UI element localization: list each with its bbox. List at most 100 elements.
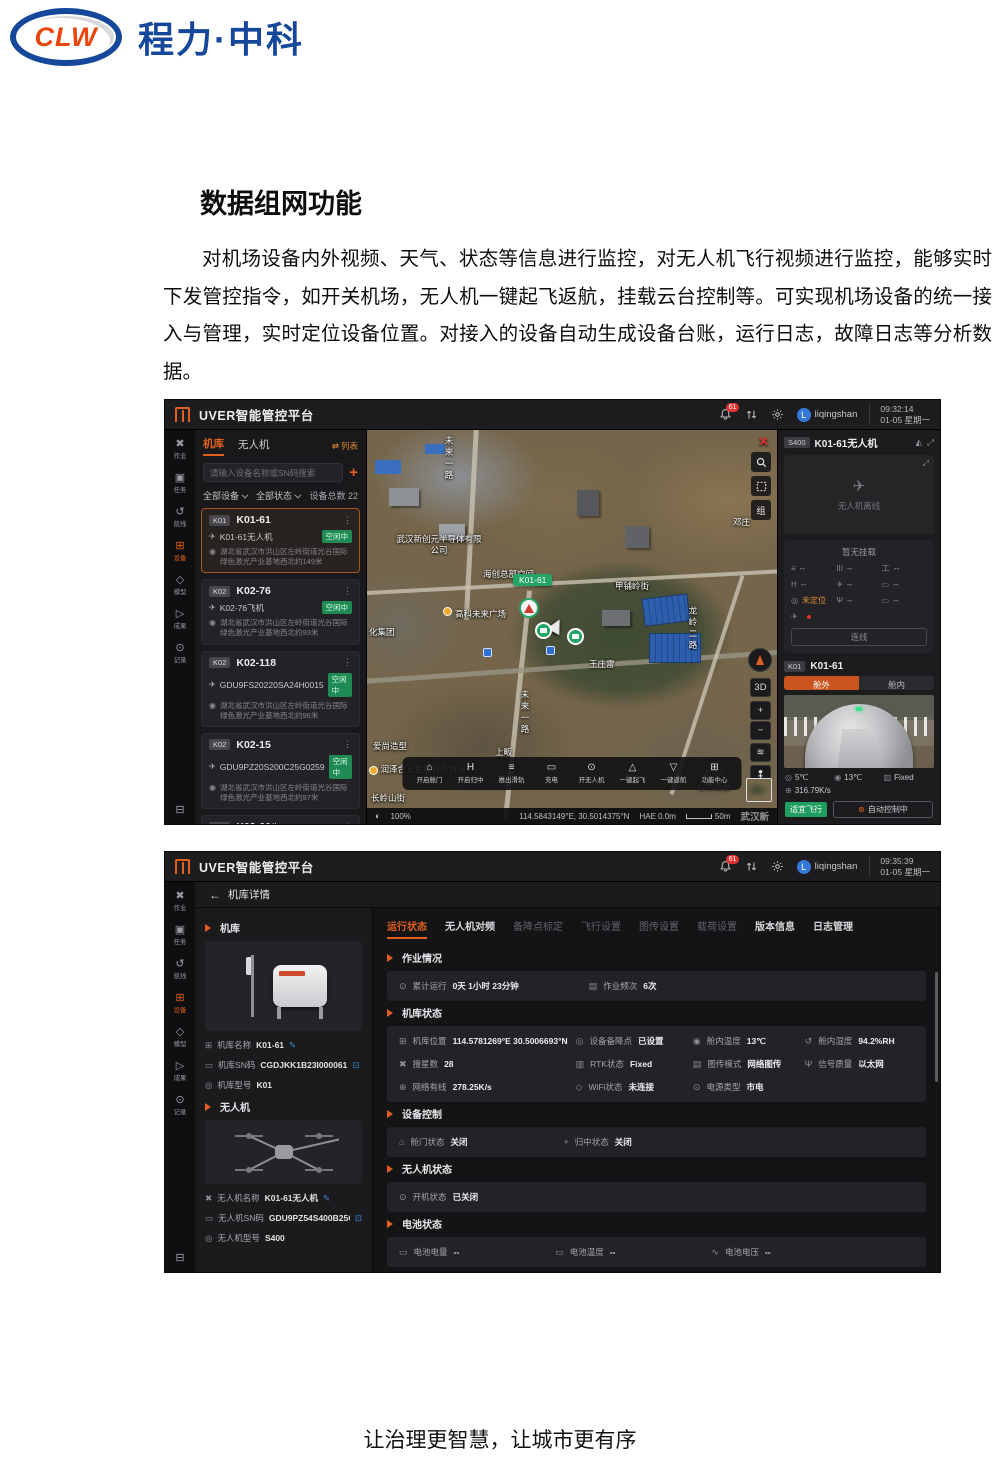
device-card[interactable]: K02 K02-76 ⋮ ✈ K02-76飞机 空闲中 ◉ 湖北省武汉市洪山区左… xyxy=(201,579,360,644)
dock-camera-view[interactable] xyxy=(784,695,934,768)
nav-rail-item[interactable]: ▣ 任务 xyxy=(173,924,187,947)
map-action-button[interactable]: ▽ 一键返航 xyxy=(660,762,688,785)
map-action-button[interactable]: ≡ 推出滑轨 xyxy=(498,762,526,785)
field-action-icon[interactable]: ⊡ xyxy=(352,1060,359,1071)
nav-rail-item[interactable]: ⊙ 记录 xyxy=(173,642,187,665)
layers-button[interactable]: ≋ xyxy=(750,743,771,762)
nav-rail-item[interactable]: ▷ 成果 xyxy=(173,608,187,631)
tab-drone[interactable]: 无人机 xyxy=(238,437,270,455)
mount-stat-icon: ▭ xyxy=(882,580,890,589)
field-action-icon[interactable]: ⊡ xyxy=(355,1213,362,1224)
drone-position-marker[interactable] xyxy=(519,598,539,618)
detail-tab[interactable]: 图传设置 xyxy=(639,918,679,939)
auto-control-button[interactable]: ⊛自动控制中 xyxy=(833,801,933,818)
more-menu-icon[interactable]: ⋮ xyxy=(343,657,352,668)
map-3d-button[interactable]: 3D xyxy=(750,678,771,697)
detail-tab[interactable]: 运行状态 xyxy=(387,918,427,939)
add-device-button[interactable]: + xyxy=(349,466,358,480)
device-name: K03-60# xyxy=(236,821,276,824)
compass-icon[interactable] xyxy=(748,648,772,672)
more-menu-icon[interactable]: ⋮ xyxy=(343,822,352,825)
detail-tab[interactable]: 日志管理 xyxy=(813,918,853,939)
tab-cabin-inside[interactable]: 舱内 xyxy=(859,676,934,690)
close-icon[interactable]: ✕ xyxy=(758,434,769,450)
map-action-button[interactable]: ⌂ 开启舱门 xyxy=(416,762,444,785)
detail-tab[interactable]: 版本信息 xyxy=(755,918,795,939)
notification-bell-icon[interactable]: 61 xyxy=(719,860,732,873)
list-view-toggle[interactable]: ⇄ 列表 xyxy=(332,440,358,452)
more-menu-icon[interactable]: ⋮ xyxy=(343,515,352,526)
stat-label: 舱内温度 xyxy=(707,1035,741,1047)
outdoor-temp: 5℃ xyxy=(795,773,808,782)
detail-tab[interactable]: 飞行设置 xyxy=(581,918,621,939)
field-action-icon[interactable]: ✎ xyxy=(289,1040,296,1051)
nav-rail-item[interactable]: ⊞ 设备 xyxy=(173,540,187,563)
section-title: 作业情况 xyxy=(402,950,442,965)
field-action-icon[interactable]: ✎ xyxy=(323,1193,330,1204)
nav-rail-item[interactable]: ▷ 成果 xyxy=(173,1060,187,1083)
filter-status-dropdown[interactable]: 全部状态 xyxy=(256,489,299,502)
nav-rail-item[interactable]: ↺ 航线 xyxy=(173,958,187,981)
fullscreen-icon[interactable]: ⤢ xyxy=(927,437,934,448)
map-select-area-icon[interactable] xyxy=(751,476,771,496)
settings-gear-icon[interactable] xyxy=(771,860,784,873)
nav-rail-item[interactable]: ✖ 作业 xyxy=(173,438,187,461)
settings-gear-icon[interactable] xyxy=(771,408,784,421)
nav-rail-item[interactable]: ✖ 作业 xyxy=(173,890,187,913)
video-corner-icons[interactable]: ⤢ xyxy=(923,459,929,469)
visibility-icon[interactable]: ◐ xyxy=(375,811,380,821)
nav-rail-item[interactable]: ▣ 任务 xyxy=(173,472,187,495)
rail-collapse-icon[interactable]: ⊟ xyxy=(175,1251,184,1264)
zoom-in-button[interactable]: + xyxy=(750,701,771,720)
detail-tab[interactable]: 备降点标定 xyxy=(513,918,563,939)
user-avatar[interactable]: L xyxy=(797,408,811,422)
more-menu-icon[interactable]: ⋮ xyxy=(343,586,352,597)
data-switch-icon[interactable] xyxy=(745,860,758,873)
user-avatar[interactable]: L xyxy=(797,860,811,874)
mini-map[interactable] xyxy=(746,778,772,802)
data-switch-icon[interactable] xyxy=(745,408,758,421)
section-marker-icon xyxy=(387,1110,397,1118)
map-action-button[interactable]: H 开启归中 xyxy=(457,762,485,785)
map-action-button[interactable]: ▭ 充电 xyxy=(539,762,565,785)
stat: ▤ 作业频次 6次 xyxy=(589,980,657,992)
map-group-tool-icon[interactable]: 组 xyxy=(751,500,771,520)
filter-device-dropdown[interactable]: 全部设备 xyxy=(203,489,246,502)
username[interactable]: liqingshan xyxy=(815,409,858,420)
map-action-button[interactable]: ⊞ 功能中心 xyxy=(701,762,729,785)
device-name: K01-61 xyxy=(236,514,270,526)
device-card[interactable]: K02 K02-15 ⋮ ✈ GDU9PZ20S200C25G0259 空闲中 … xyxy=(201,733,360,809)
nav-rail-item[interactable]: ↺ 航线 xyxy=(173,506,187,529)
nav-rail-item[interactable]: ⊙ 记录 xyxy=(173,1094,187,1117)
username[interactable]: liqingshan xyxy=(815,861,858,872)
snapshot-icon[interactable]: ◭ xyxy=(916,437,923,448)
zoom-out-button[interactable]: − xyxy=(750,721,771,740)
map-action-button[interactable]: △ 一键起飞 xyxy=(619,762,647,785)
more-menu-icon[interactable]: ⋮ xyxy=(343,739,352,750)
tab-dock[interactable]: 机库 xyxy=(203,436,224,456)
device-card[interactable]: K02 K02-118 ⋮ ✈ GDU9FS20220SA24H0015 空闲中… xyxy=(201,651,360,727)
tab-cabin-outside[interactable]: 舱外 xyxy=(784,676,859,690)
stat-value: 市电 xyxy=(746,1081,763,1093)
satellite-map[interactable]: 未来一路 武汉新创元半导体有限公司 海创总部空间 甲铺岭街 邓庄 高科未来广场 … xyxy=(367,430,777,824)
search-input[interactable] xyxy=(203,463,343,482)
map-action-button[interactable]: ⊙ 开无人机 xyxy=(578,762,606,785)
detail-tab[interactable]: 无人机对频 xyxy=(445,918,495,939)
rail-collapse-icon[interactable]: ⊟ xyxy=(175,803,184,816)
dock-marker[interactable] xyxy=(535,622,552,639)
scrollbar[interactable] xyxy=(935,972,938,1082)
dock-name-marker[interactable]: K01-61 xyxy=(513,574,552,586)
detail-tab[interactable]: 载荷设置 xyxy=(697,918,737,939)
drone-video-placeholder[interactable]: ⤢ ✈ 无人机离线 xyxy=(784,455,934,534)
nav-rail-item[interactable]: ⊞ 设备 xyxy=(173,992,187,1015)
device-card[interactable]: K03 K03-60# ⋮ ✈ 60(p-160)无人机 空闲中 ◉ 湖北省武汉… xyxy=(201,815,360,824)
map-search-icon[interactable] xyxy=(751,452,771,472)
nav-rail-item[interactable]: ◇ 模型 xyxy=(173,574,187,597)
dock-marker[interactable] xyxy=(567,628,584,645)
notification-bell-icon[interactable]: 61 xyxy=(719,408,732,421)
nav-rail-item[interactable]: ◇ 模型 xyxy=(173,1026,187,1049)
back-arrow-icon[interactable]: ← xyxy=(209,888,221,902)
device-card[interactable]: K01 K01-61 ⋮ ✈ K01-61无人机 空闲中 ◉ 湖北省武汉市洪山区… xyxy=(201,508,360,573)
stat-value: 0天 1小时 23分钟 xyxy=(453,980,519,992)
connect-button[interactable]: 连线 xyxy=(791,628,927,646)
